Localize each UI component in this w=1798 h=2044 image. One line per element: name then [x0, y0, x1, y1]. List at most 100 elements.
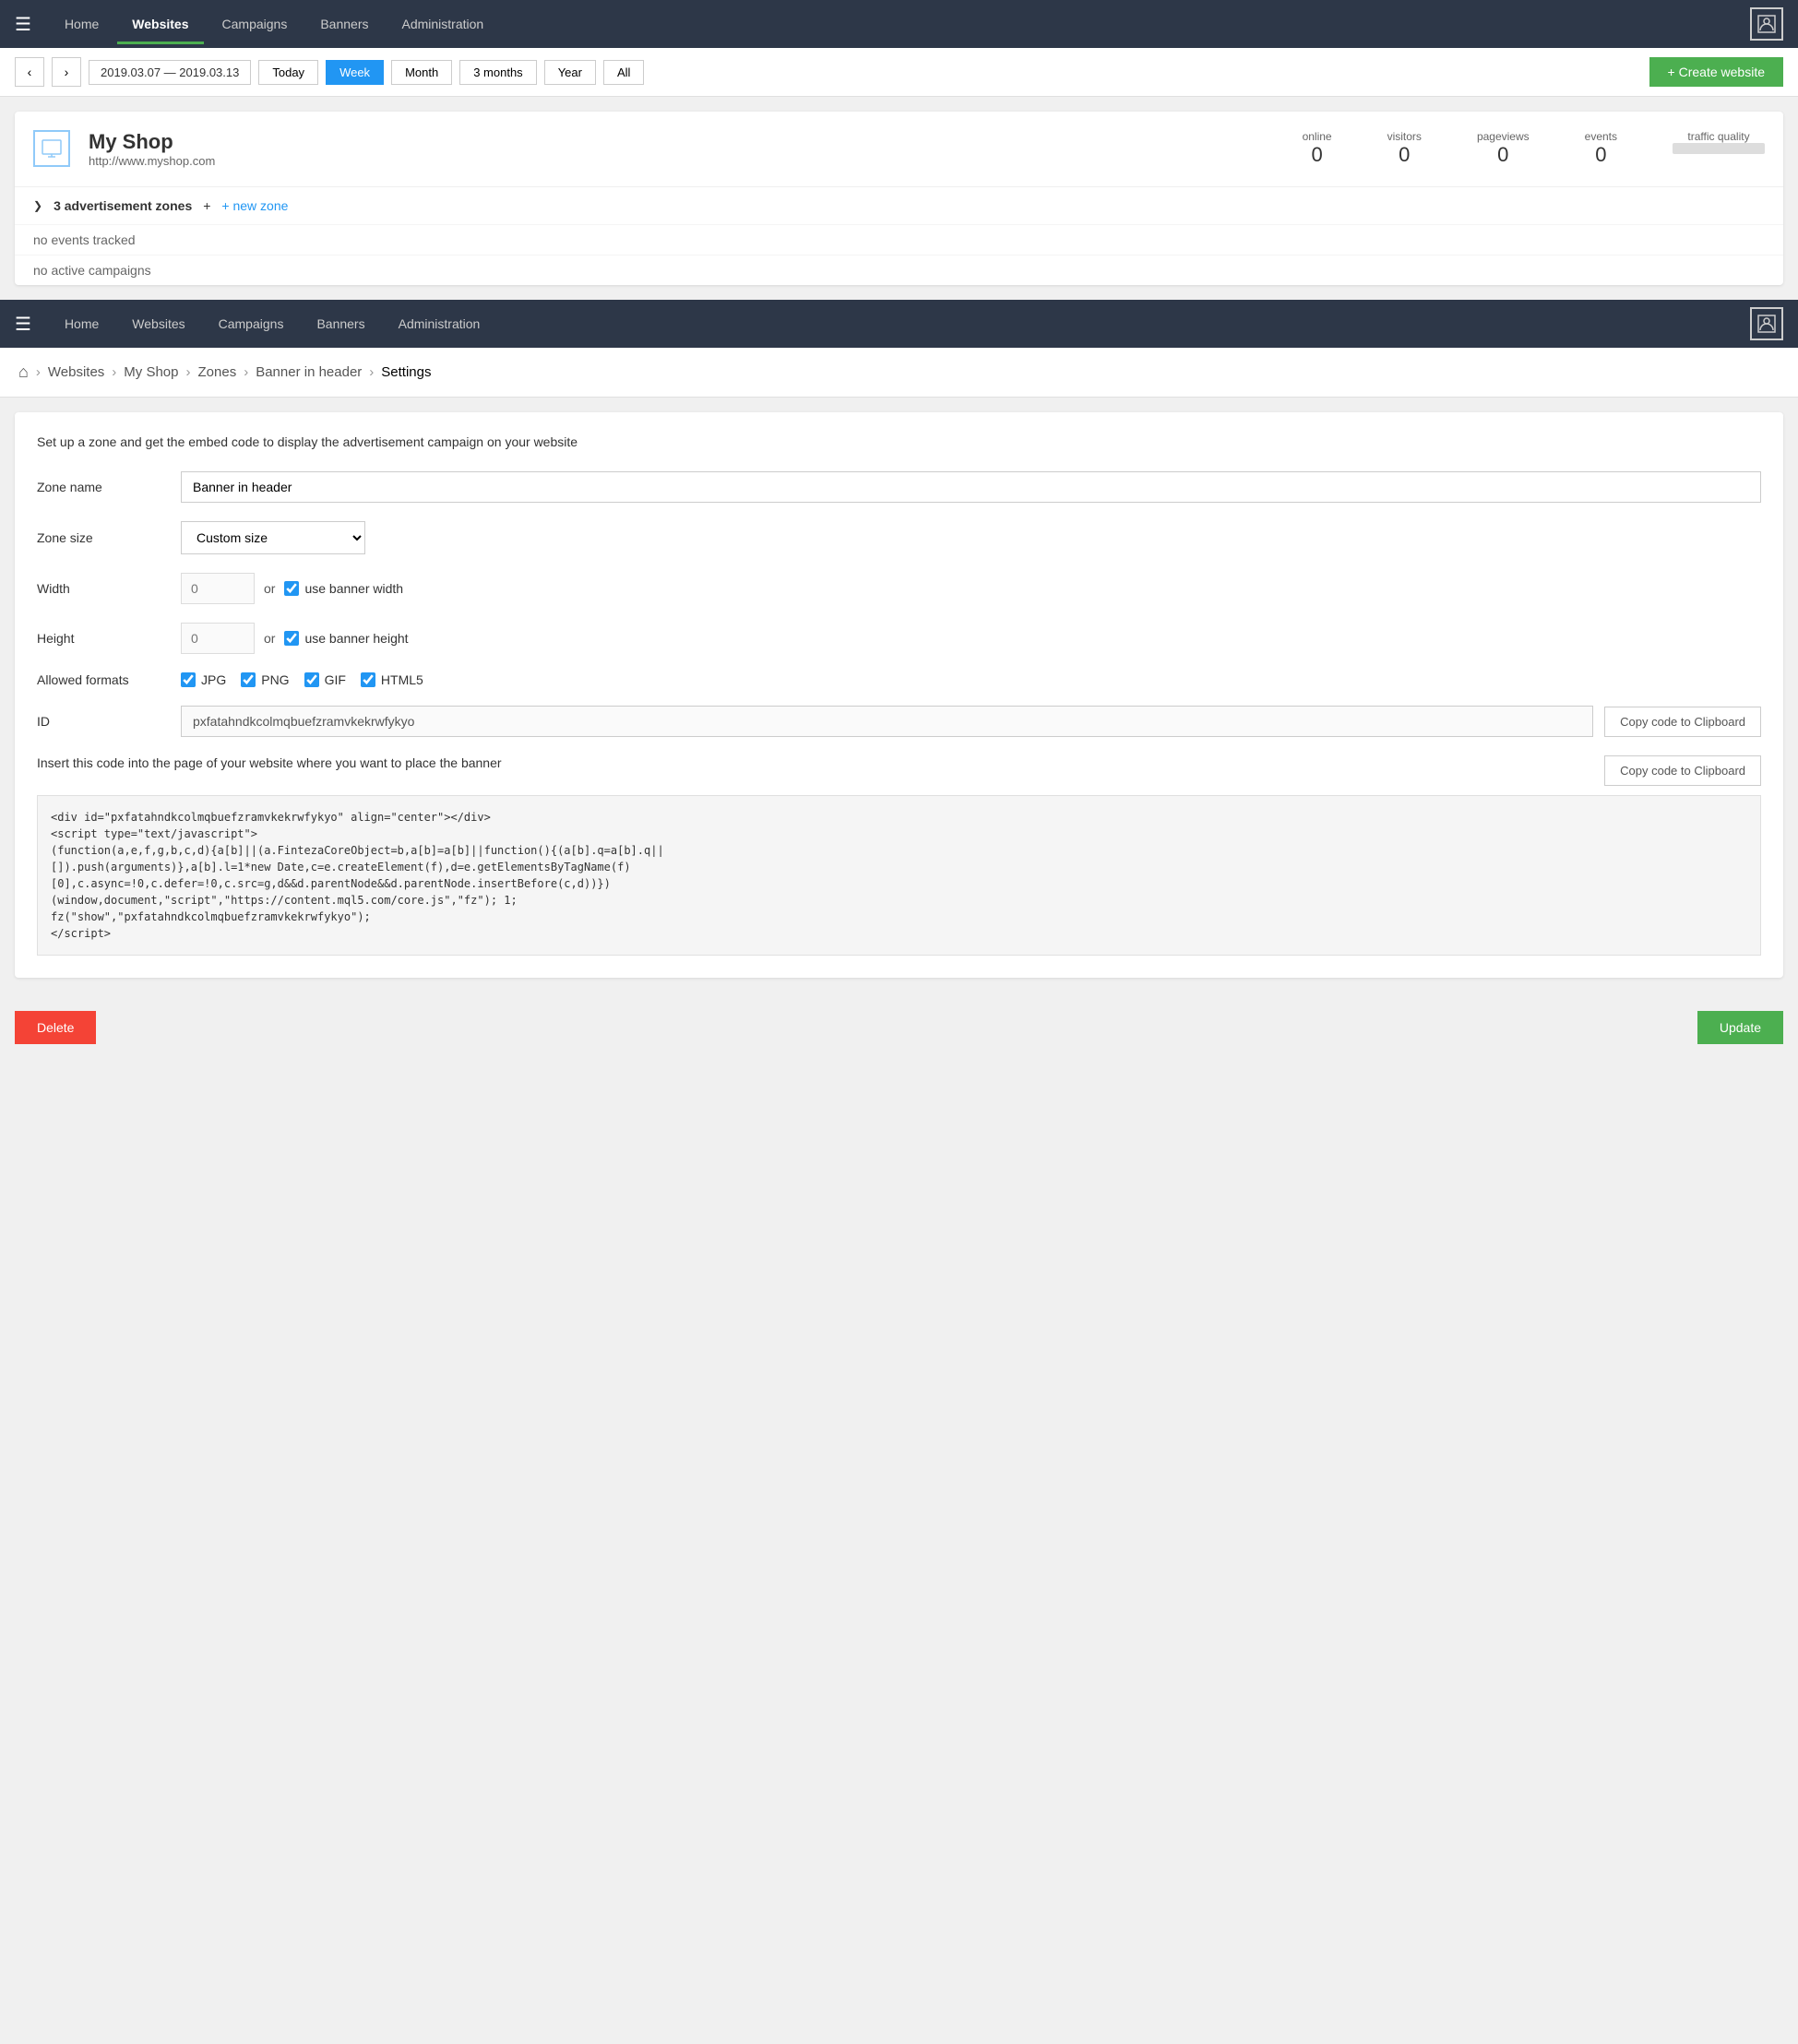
height-label: Height: [37, 631, 166, 646]
breadcrumb-sep-0: ›: [36, 364, 41, 380]
height-control: or use banner height: [181, 623, 1761, 654]
stat-online-value: 0: [1303, 143, 1332, 167]
website-header: My Shop http://www.myshop.com online 0 v…: [33, 130, 1765, 168]
formats-list: JPG PNG GIF HTML5: [181, 672, 1761, 687]
traffic-bar: [1673, 143, 1765, 154]
code-desc-row: Insert this code into the page of your w…: [37, 755, 1761, 786]
use-banner-height-label: use banner height: [284, 631, 408, 646]
nav-right-2: [1750, 307, 1783, 340]
nav-home-2[interactable]: Home: [50, 303, 113, 344]
update-button[interactable]: Update: [1697, 1011, 1783, 1044]
website-section: My Shop http://www.myshop.com online 0 v…: [15, 112, 1783, 285]
stat-pageviews-value: 0: [1477, 143, 1530, 167]
zone-size-label: Zone size: [37, 530, 166, 545]
format-png-checkbox[interactable]: [241, 672, 256, 687]
height-or: or: [264, 631, 275, 646]
copy-code-btn[interactable]: Copy code to Clipboard: [1604, 755, 1761, 786]
today-btn[interactable]: Today: [258, 60, 318, 85]
id-input[interactable]: [181, 706, 1593, 737]
zone-size-select[interactable]: Custom size Fixed size: [181, 521, 365, 554]
nav-home-1[interactable]: Home: [50, 4, 113, 44]
site-icon: [33, 130, 70, 167]
formats-control: JPG PNG GIF HTML5: [181, 672, 1761, 687]
breadcrumb-websites[interactable]: Websites: [48, 364, 104, 380]
nav-websites-1[interactable]: Websites: [117, 4, 203, 44]
settings-description: Set up a zone and get the embed code to …: [37, 434, 1761, 449]
breadcrumb-zones[interactable]: Zones: [198, 364, 237, 380]
delete-button[interactable]: Delete: [15, 1011, 96, 1044]
breadcrumb-banner[interactable]: Banner in header: [256, 364, 362, 380]
nav-campaigns-2[interactable]: Campaigns: [204, 303, 299, 344]
date-range: 2019.03.07 — 2019.03.13: [89, 60, 251, 85]
height-row: Height or use banner height: [37, 623, 1761, 654]
week-btn[interactable]: Week: [326, 60, 384, 85]
new-zone-link[interactable]: + new zone: [221, 198, 288, 213]
prev-btn[interactable]: ‹: [15, 57, 44, 87]
nav-links-2: Home Websites Campaigns Banners Administ…: [50, 303, 1750, 344]
profile-icon-2[interactable]: [1750, 307, 1783, 340]
home-icon[interactable]: ⌂: [18, 362, 29, 382]
nav-banners-2[interactable]: Banners: [302, 303, 379, 344]
use-banner-height-text: use banner height: [304, 631, 408, 646]
stat-events: events 0: [1585, 130, 1617, 167]
stat-visitors-label: visitors: [1387, 130, 1422, 143]
zone-size-control: Custom size Fixed size: [181, 521, 1761, 554]
top-navbar-2: ☰ Home Websites Campaigns Banners Admini…: [0, 300, 1798, 348]
hamburger-menu-1[interactable]: ☰: [15, 13, 31, 36]
months3-btn[interactable]: 3 months: [459, 60, 536, 85]
next-btn[interactable]: ›: [52, 57, 81, 87]
website-card: My Shop http://www.myshop.com online 0 v…: [15, 112, 1783, 186]
stat-online-label: online: [1303, 130, 1332, 143]
nav-banners-1[interactable]: Banners: [305, 4, 383, 44]
breadcrumb-myshop[interactable]: My Shop: [124, 364, 178, 380]
profile-icon-1[interactable]: [1750, 7, 1783, 41]
id-control: Copy code to Clipboard: [181, 706, 1761, 737]
id-value-row: Copy code to Clipboard: [181, 706, 1761, 737]
settings-section: Set up a zone and get the embed code to …: [15, 412, 1783, 978]
site-name: My Shop: [89, 130, 1284, 154]
code-block: <div id="pxfatahndkcolmqbuefzramvkekrwfy…: [37, 795, 1761, 956]
format-html5-checkbox[interactable]: [361, 672, 375, 687]
nav-administration-1[interactable]: Administration: [387, 4, 499, 44]
id-label: ID: [37, 714, 166, 729]
use-banner-width-label: use banner width: [284, 581, 403, 596]
format-png-text: PNG: [261, 672, 289, 687]
nav-links-1: Home Websites Campaigns Banners Administ…: [50, 4, 1750, 44]
site-url[interactable]: http://www.myshop.com: [89, 154, 1284, 168]
zone-name-row: Zone name: [37, 471, 1761, 503]
use-banner-height-checkbox[interactable]: [284, 631, 299, 646]
height-input[interactable]: [181, 623, 255, 654]
zones-label: 3 advertisement zones: [54, 198, 192, 213]
stat-visitors-value: 0: [1387, 143, 1422, 167]
breadcrumb: ⌂ › Websites › My Shop › Zones › Banner …: [0, 348, 1798, 398]
breadcrumb-sep-2: ›: [186, 364, 191, 380]
zone-name-control: [181, 471, 1761, 503]
format-html5-text: HTML5: [381, 672, 423, 687]
width-input[interactable]: [181, 573, 255, 604]
zones-chevron[interactable]: ❯: [33, 199, 42, 212]
year-btn[interactable]: Year: [544, 60, 596, 85]
site-stats: online 0 visitors 0 pageviews 0 events 0…: [1303, 130, 1765, 167]
nav-administration-2[interactable]: Administration: [384, 303, 495, 344]
site-info: My Shop http://www.myshop.com: [89, 130, 1284, 168]
height-size-row: or use banner height: [181, 623, 1761, 654]
nav-campaigns-1[interactable]: Campaigns: [208, 4, 303, 44]
code-description: Insert this code into the page of your w…: [37, 755, 502, 770]
use-banner-width-checkbox[interactable]: [284, 581, 299, 596]
hamburger-menu-2[interactable]: ☰: [15, 313, 31, 336]
width-or: or: [264, 581, 275, 596]
stat-traffic: traffic quality: [1673, 130, 1765, 167]
copy-id-btn[interactable]: Copy code to Clipboard: [1604, 707, 1761, 737]
ad-zones-row: ❯ 3 advertisement zones + + new zone: [15, 186, 1783, 224]
width-row: Width or use banner width: [37, 573, 1761, 604]
breadcrumb-settings: Settings: [381, 364, 431, 380]
format-jpg-checkbox[interactable]: [181, 672, 196, 687]
format-gif-checkbox[interactable]: [304, 672, 319, 687]
nav-websites-2[interactable]: Websites: [117, 303, 199, 344]
width-control: or use banner width: [181, 573, 1761, 604]
zone-name-input[interactable]: [181, 471, 1761, 503]
month-btn[interactable]: Month: [391, 60, 452, 85]
all-btn[interactable]: All: [603, 60, 644, 85]
nav-right-1: [1750, 7, 1783, 41]
create-website-btn[interactable]: + Create website: [1649, 57, 1783, 87]
